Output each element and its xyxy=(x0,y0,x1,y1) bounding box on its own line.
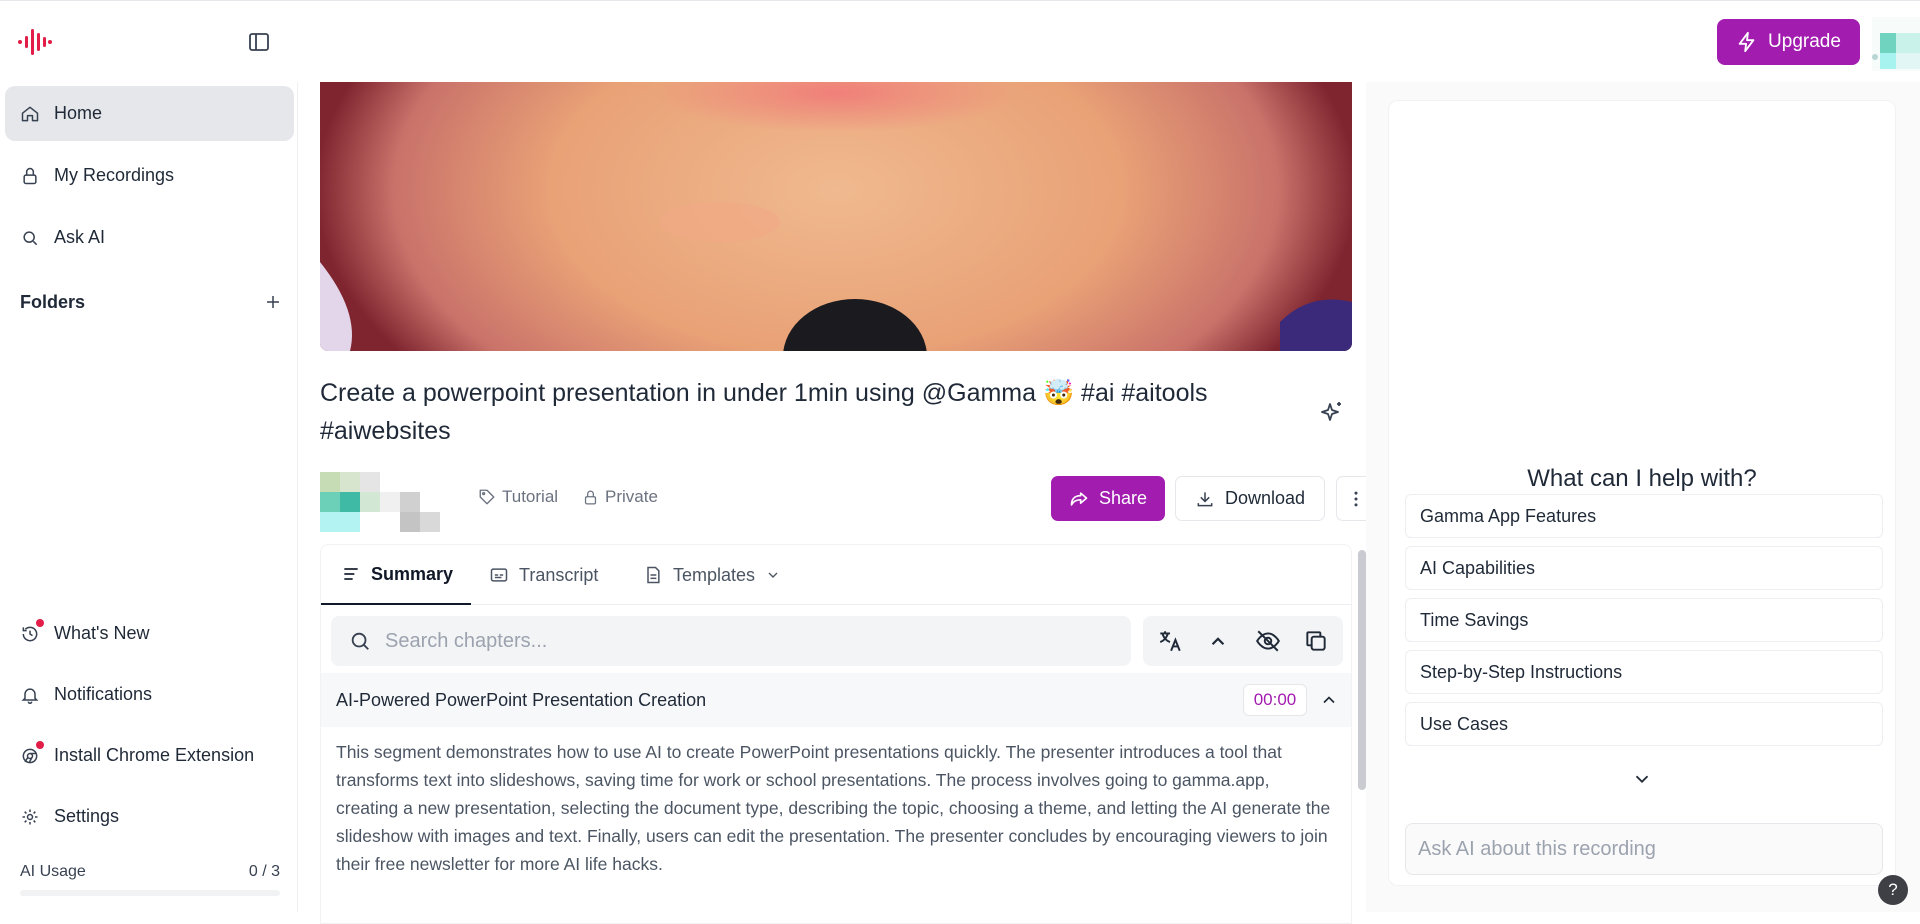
sidebar-item-home[interactable]: Home xyxy=(5,86,294,141)
ai-usage: AI Usage 0 / 3 xyxy=(20,863,280,881)
main-content: Create a powerpoint presentation in unde… xyxy=(298,82,1376,924)
recording-title: Create a powerpoint presentation in unde… xyxy=(320,379,1208,445)
sidebar-item-my-recordings[interactable]: My Recordings xyxy=(5,148,294,203)
suggestion-item[interactable]: Use Cases xyxy=(1405,702,1883,746)
chrome-icon xyxy=(22,748,38,763)
sidebar: Home My Recordings Ask AI Folders What's… xyxy=(0,82,298,912)
tab-transcript[interactable]: Transcript xyxy=(489,545,598,605)
recording-meta: Tutorial Private Share Download xyxy=(320,472,1376,532)
lock-icon xyxy=(23,167,37,184)
whats-new-badge xyxy=(36,619,44,627)
sidebar-item-label: Home xyxy=(54,103,103,123)
tab-label: Templates xyxy=(673,564,756,585)
document-icon xyxy=(647,566,660,584)
lock-icon xyxy=(584,490,597,505)
sidebar-item-label: Notifications xyxy=(54,684,153,704)
upgrade-label: Upgrade xyxy=(1768,31,1841,52)
folders-header: Folders xyxy=(20,287,282,317)
owner-avatar[interactable] xyxy=(320,472,458,532)
share-arrow-icon xyxy=(1070,491,1088,506)
tag-tutorial[interactable]: Tutorial xyxy=(478,487,558,507)
suggestion-item[interactable]: AI Capabilities xyxy=(1405,546,1883,590)
translate-icon[interactable] xyxy=(1157,628,1183,654)
search-icon xyxy=(23,230,38,245)
ai-chat-panel: What can I help with? Gamma App Features… xyxy=(1366,82,1920,912)
tab-summary[interactable]: Summary xyxy=(321,545,471,605)
tag-label: Tutorial xyxy=(502,487,559,506)
chapter-title: AI-Powered PowerPoint Presentation Creat… xyxy=(336,689,707,710)
search-icon xyxy=(351,632,369,650)
suggestion-item[interactable]: Gamma App Features xyxy=(1405,494,1883,538)
share-label: Share xyxy=(1098,488,1148,508)
plus-icon[interactable] xyxy=(264,293,282,311)
sparkle-icon[interactable] xyxy=(1320,400,1344,424)
share-button[interactable]: Share xyxy=(1051,476,1165,521)
ai-usage-bar xyxy=(20,890,280,896)
chapter-search-row xyxy=(331,616,1343,666)
eye-off-icon[interactable] xyxy=(1255,628,1281,654)
chevron-up-icon[interactable] xyxy=(1205,628,1231,654)
captions-icon xyxy=(490,568,508,582)
download-icon xyxy=(1197,491,1213,506)
suggestion-item[interactable]: Time Savings xyxy=(1405,598,1883,642)
sidebar-item-ask-ai[interactable]: Ask AI xyxy=(5,210,294,265)
tab-templates[interactable]: Templates xyxy=(643,545,781,605)
suggestion-item[interactable]: Step-by-Step Instructions xyxy=(1405,650,1883,694)
sidebar-item-notifications[interactable]: Notifications xyxy=(5,667,294,722)
sidebar-item-label: My Recordings xyxy=(54,165,175,185)
sidebar-item-label: What's New xyxy=(54,623,150,643)
copy-icon[interactable] xyxy=(1303,628,1329,654)
folders-label: Folders xyxy=(20,291,86,312)
chevron-down-icon xyxy=(768,572,778,578)
top-bar: Upgrade xyxy=(0,0,1920,82)
chapter-tools xyxy=(1143,616,1343,666)
download-button[interactable]: Download xyxy=(1175,476,1325,521)
sidebar-item-install-chrome-extension[interactable]: Install Chrome Extension xyxy=(5,728,294,783)
soundwave-logo-icon[interactable] xyxy=(18,29,58,55)
scrollbar[interactable] xyxy=(1358,550,1366,790)
chapter-summary: This segment demonstrates how to use AI … xyxy=(336,742,1331,874)
chrome-extension-badge xyxy=(36,741,44,749)
lines-icon xyxy=(344,568,358,580)
privacy-label: Private xyxy=(605,487,658,506)
gear-icon xyxy=(22,809,38,824)
ai-usage-label: AI Usage xyxy=(20,863,86,880)
sidebar-item-label: Ask AI xyxy=(54,227,106,247)
home-icon xyxy=(21,106,39,121)
tag-icon xyxy=(479,489,495,505)
help-button[interactable]: ? xyxy=(1878,875,1908,905)
chevron-up-icon[interactable] xyxy=(1319,690,1339,710)
tab-label: Summary xyxy=(371,563,454,584)
sidebar-panel-icon[interactable] xyxy=(246,30,272,54)
chat-heading: What can I help with? xyxy=(1527,465,1757,492)
ai-usage-value: 0 / 3 xyxy=(248,863,280,880)
content-panel: Summary Transcript Templates A xyxy=(320,544,1352,924)
chapter-search-input[interactable] xyxy=(331,616,1131,666)
download-label: Download xyxy=(1224,488,1306,508)
sidebar-item-whats-new[interactable]: What's New xyxy=(5,606,294,661)
user-avatar[interactable] xyxy=(1872,17,1920,71)
bell-icon xyxy=(21,687,39,704)
ask-ai-input[interactable] xyxy=(1405,823,1883,875)
chapter-header[interactable]: AI-Powered PowerPoint Presentation Creat… xyxy=(321,673,1351,727)
sidebar-item-settings[interactable]: Settings xyxy=(5,789,294,844)
history-icon xyxy=(22,626,38,641)
chapter-timestamp[interactable]: 00:00 xyxy=(1243,684,1307,716)
video-player[interactable] xyxy=(320,82,1352,351)
tab-label: Transcript xyxy=(519,564,599,585)
more-vertical-icon xyxy=(1354,491,1358,506)
privacy-private[interactable]: Private xyxy=(582,487,658,507)
chat-card: What can I help with? Gamma App Features… xyxy=(1388,100,1896,886)
chevron-down-icon[interactable] xyxy=(1631,768,1653,790)
lightning-icon xyxy=(1738,31,1755,53)
tab-bar: Summary Transcript Templates xyxy=(321,545,1351,605)
sidebar-item-label: Settings xyxy=(54,806,120,826)
upgrade-button[interactable]: Upgrade xyxy=(1717,19,1860,65)
sidebar-item-label: Install Chrome Extension xyxy=(54,745,255,765)
